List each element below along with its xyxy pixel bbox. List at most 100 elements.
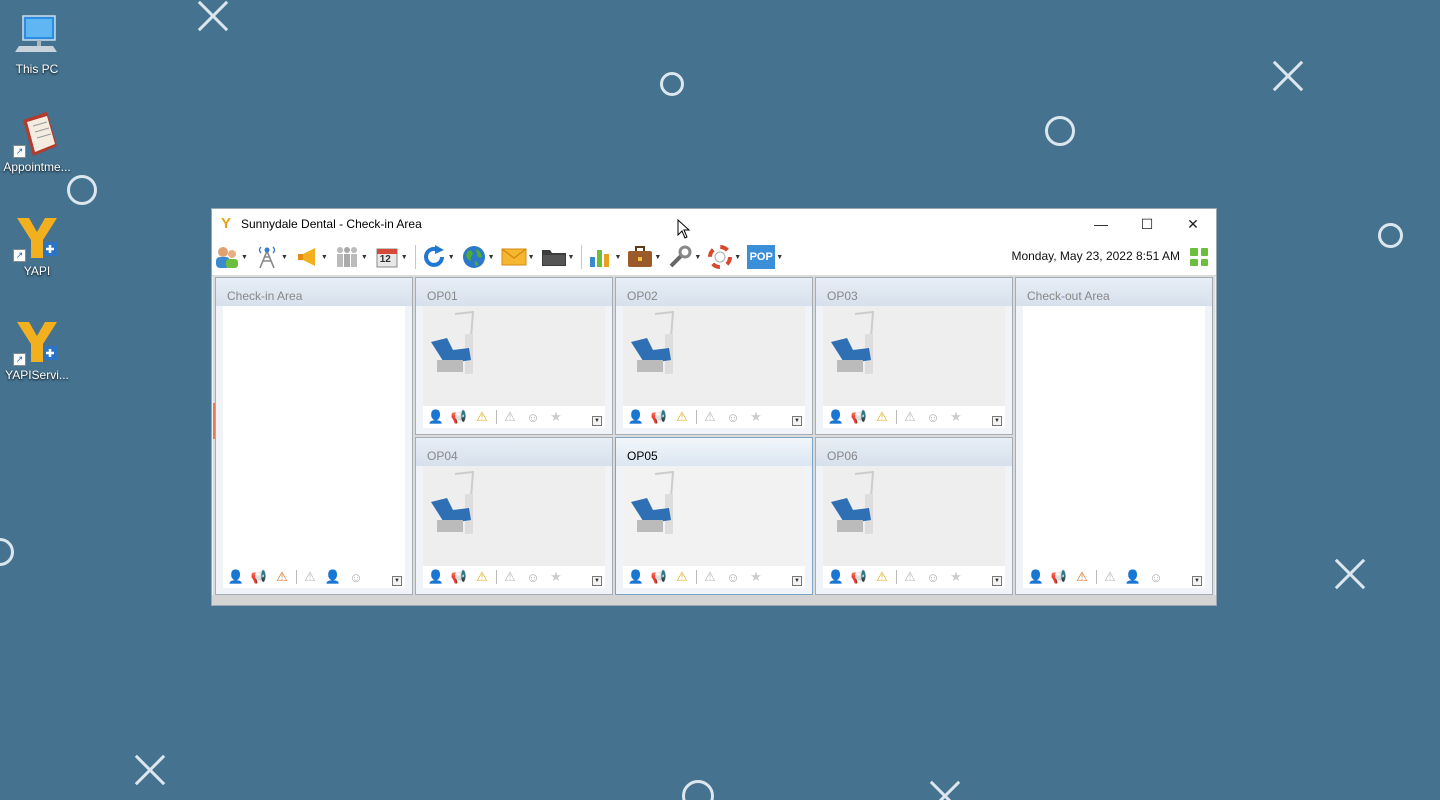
patient-icon[interactable]: 👤 <box>427 569 445 585</box>
dropdown-arrow-icon[interactable]: ▼ <box>241 254 248 261</box>
operatory-panel-op05[interactable]: OP05 👤 📢 ⚠ ⚠ ☺ ★ ▼ <box>615 437 813 595</box>
alert-disabled-icon[interactable]: ⚠ <box>901 569 919 585</box>
expand-arrow-icon[interactable]: ▼ <box>592 576 602 586</box>
megaphone-icon[interactable]: 📢 <box>650 569 668 585</box>
desktop-icon-yapi[interactable]: ↗ YAPI <box>0 214 75 278</box>
expand-arrow-icon[interactable]: ▼ <box>1192 576 1202 586</box>
star-icon[interactable]: ★ <box>547 409 565 425</box>
dropdown-arrow-icon[interactable]: ▼ <box>448 254 455 261</box>
dropdown-arrow-icon[interactable]: ▼ <box>321 254 328 261</box>
dropdown-arrow-icon[interactable]: ▼ <box>614 254 621 261</box>
dropdown-arrow-icon[interactable]: ▼ <box>361 254 368 261</box>
calendar-button[interactable]: 12 ▼ <box>374 242 412 272</box>
doctor-gray-icon[interactable]: ☺ <box>924 409 942 425</box>
title-bar[interactable]: Y Sunnydale Dental - Check-in Area — ☐ ✕ <box>212 209 1216 239</box>
megaphone-icon[interactable]: 📢 <box>850 569 868 585</box>
warning-icon[interactable]: ⚠ <box>673 569 691 585</box>
antenna-button[interactable]: ▼ <box>254 242 292 272</box>
desktop-icon-yapi-service[interactable]: ↗ YAPIServi... <box>0 318 75 382</box>
expand-arrow-icon[interactable]: ▼ <box>792 416 802 426</box>
dropdown-arrow-icon[interactable]: ▼ <box>401 254 408 261</box>
patient-icon[interactable]: 👤 <box>1027 569 1045 585</box>
warning-icon[interactable]: ⚠ <box>873 409 891 425</box>
expand-arrow-icon[interactable]: ▼ <box>792 576 802 586</box>
alert-disabled-icon[interactable]: ⚠ <box>301 569 319 585</box>
megaphone-icon[interactable]: 📢 <box>450 409 468 425</box>
star-icon[interactable]: ★ <box>547 569 565 585</box>
expand-arrow-icon[interactable]: ▼ <box>992 576 1002 586</box>
doctor-gray-icon[interactable]: ☺ <box>924 569 942 585</box>
warning-icon[interactable]: ⚠ <box>873 569 891 585</box>
expand-arrow-icon[interactable]: ▼ <box>592 416 602 426</box>
star-icon[interactable]: ★ <box>947 569 965 585</box>
tools-button[interactable]: ▼ <box>667 242 705 272</box>
doctor-gray-icon[interactable]: ☺ <box>724 569 742 585</box>
star-icon[interactable]: ★ <box>947 409 965 425</box>
dropdown-arrow-icon[interactable]: ▼ <box>694 254 701 261</box>
announce-button[interactable]: ▼ <box>294 242 332 272</box>
doctor-gray-icon[interactable]: ☺ <box>347 569 365 585</box>
operatory-panel-op04[interactable]: OP04 👤 📢 ⚠ ⚠ ☺ ★ ▼ <box>415 437 613 595</box>
dropdown-arrow-icon[interactable]: ▼ <box>734 254 741 261</box>
web-button[interactable]: ▼ <box>461 242 499 272</box>
reports-button[interactable]: ▼ <box>587 242 625 272</box>
maximize-button[interactable]: ☐ <box>1124 209 1170 239</box>
pop-button[interactable]: POP ▼ <box>747 242 787 272</box>
warning-icon[interactable]: ⚠ <box>273 569 291 585</box>
patient-icon[interactable]: 👤 <box>627 409 645 425</box>
doctor-gray-icon[interactable]: ☺ <box>524 409 542 425</box>
desktop-icon-this-pc[interactable]: This PC <box>0 12 75 76</box>
minimize-button[interactable]: — <box>1078 209 1124 239</box>
patient-icon[interactable]: 👤 <box>827 569 845 585</box>
operatory-panel-op01[interactable]: OP01 👤 📢 ⚠ ⚠ ☺ ★ ▼ <box>415 277 613 435</box>
layout-grid-icon[interactable] <box>1190 248 1208 266</box>
patient-icon[interactable]: 👤 <box>427 409 445 425</box>
mail-button[interactable]: ▼ <box>501 242 539 272</box>
patient-icon[interactable]: 👤 <box>227 569 245 585</box>
doctor-gray-icon[interactable]: ☺ <box>724 409 742 425</box>
megaphone-icon[interactable]: 📢 <box>250 569 268 585</box>
warning-icon[interactable]: ⚠ <box>473 569 491 585</box>
doctor-gray-icon[interactable]: ☺ <box>524 569 542 585</box>
alert-disabled-icon[interactable]: ⚠ <box>701 569 719 585</box>
checkout-area-panel[interactable]: Check-out Area 👤 📢 ⚠ ⚠ 👤 ☺ ▼ <box>1015 277 1213 595</box>
folder-button[interactable]: ▼ <box>541 242 579 272</box>
operatory-panel-op06[interactable]: OP06 👤 📢 ⚠ ⚠ ☺ ★ ▼ <box>815 437 1013 595</box>
expand-arrow-icon[interactable]: ▼ <box>992 416 1002 426</box>
alert-disabled-icon[interactable]: ⚠ <box>1101 569 1119 585</box>
patient-icon[interactable]: 👤 <box>627 569 645 585</box>
megaphone-icon[interactable]: 📢 <box>1050 569 1068 585</box>
star-icon[interactable]: ★ <box>747 569 765 585</box>
megaphone-icon[interactable]: 📢 <box>650 409 668 425</box>
warning-icon[interactable]: ⚠ <box>1073 569 1091 585</box>
help-button[interactable]: ▼ <box>707 242 745 272</box>
business-button[interactable]: ▼ <box>627 242 665 272</box>
refresh-button[interactable]: ▼ <box>421 242 459 272</box>
alert-disabled-icon[interactable]: ⚠ <box>501 409 519 425</box>
operatory-panel-op03[interactable]: OP03 👤 📢 ⚠ ⚠ ☺ ★ ▼ <box>815 277 1013 435</box>
desktop-icon-appointment[interactable]: ↗ Appointme... <box>0 110 75 174</box>
dropdown-arrow-icon[interactable]: ▼ <box>654 254 661 261</box>
person-gray-icon[interactable]: 👤 <box>324 569 342 585</box>
group-button[interactable]: ▼ <box>334 242 372 272</box>
close-button[interactable]: ✕ <box>1170 209 1216 239</box>
doctor-gray-icon[interactable]: ☺ <box>1147 569 1165 585</box>
patient-icon[interactable]: 👤 <box>827 409 845 425</box>
dropdown-arrow-icon[interactable]: ▼ <box>568 254 575 261</box>
alert-disabled-icon[interactable]: ⚠ <box>501 569 519 585</box>
alert-disabled-icon[interactable]: ⚠ <box>701 409 719 425</box>
dropdown-arrow-icon[interactable]: ▼ <box>528 254 535 261</box>
dropdown-arrow-icon[interactable]: ▼ <box>281 254 288 261</box>
megaphone-icon[interactable]: 📢 <box>850 409 868 425</box>
patients-button[interactable]: ▼ <box>214 242 252 272</box>
megaphone-icon[interactable]: 📢 <box>450 569 468 585</box>
star-icon[interactable]: ★ <box>747 409 765 425</box>
operatory-panel-op02[interactable]: OP02 👤 📢 ⚠ ⚠ ☺ ★ ▼ <box>615 277 813 435</box>
dropdown-arrow-icon[interactable]: ▼ <box>488 254 495 261</box>
alert-disabled-icon[interactable]: ⚠ <box>901 409 919 425</box>
expand-arrow-icon[interactable]: ▼ <box>392 576 402 586</box>
warning-icon[interactable]: ⚠ <box>473 409 491 425</box>
warning-icon[interactable]: ⚠ <box>673 409 691 425</box>
checkin-area-panel[interactable]: Check-in Area 👤 📢 ⚠ ⚠ 👤 ☺ ▼ <box>215 277 413 595</box>
person-gray-icon[interactable]: 👤 <box>1124 569 1142 585</box>
